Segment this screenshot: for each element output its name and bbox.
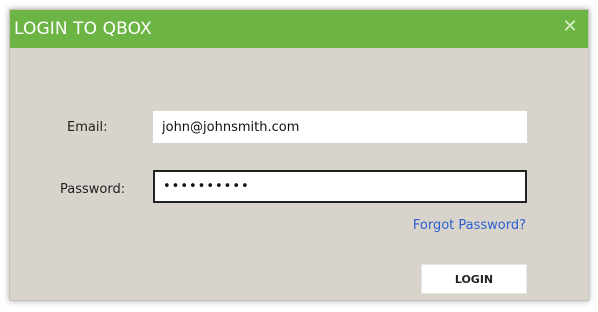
email-field[interactable] xyxy=(153,111,527,143)
password-field[interactable] xyxy=(153,170,527,203)
email-label: Email: xyxy=(67,120,108,135)
login-button[interactable]: LOGIN xyxy=(421,264,527,294)
close-icon[interactable]: ✕ xyxy=(561,18,579,36)
login-dialog: LOGIN TO QBOX ✕ Email: Password: Forgot … xyxy=(9,9,589,301)
dialog-title: LOGIN TO QBOX xyxy=(14,19,152,39)
title-bar: LOGIN TO QBOX ✕ xyxy=(10,10,588,48)
forgot-password-link[interactable]: Forgot Password? xyxy=(413,218,526,234)
password-label: Password: xyxy=(60,182,126,197)
